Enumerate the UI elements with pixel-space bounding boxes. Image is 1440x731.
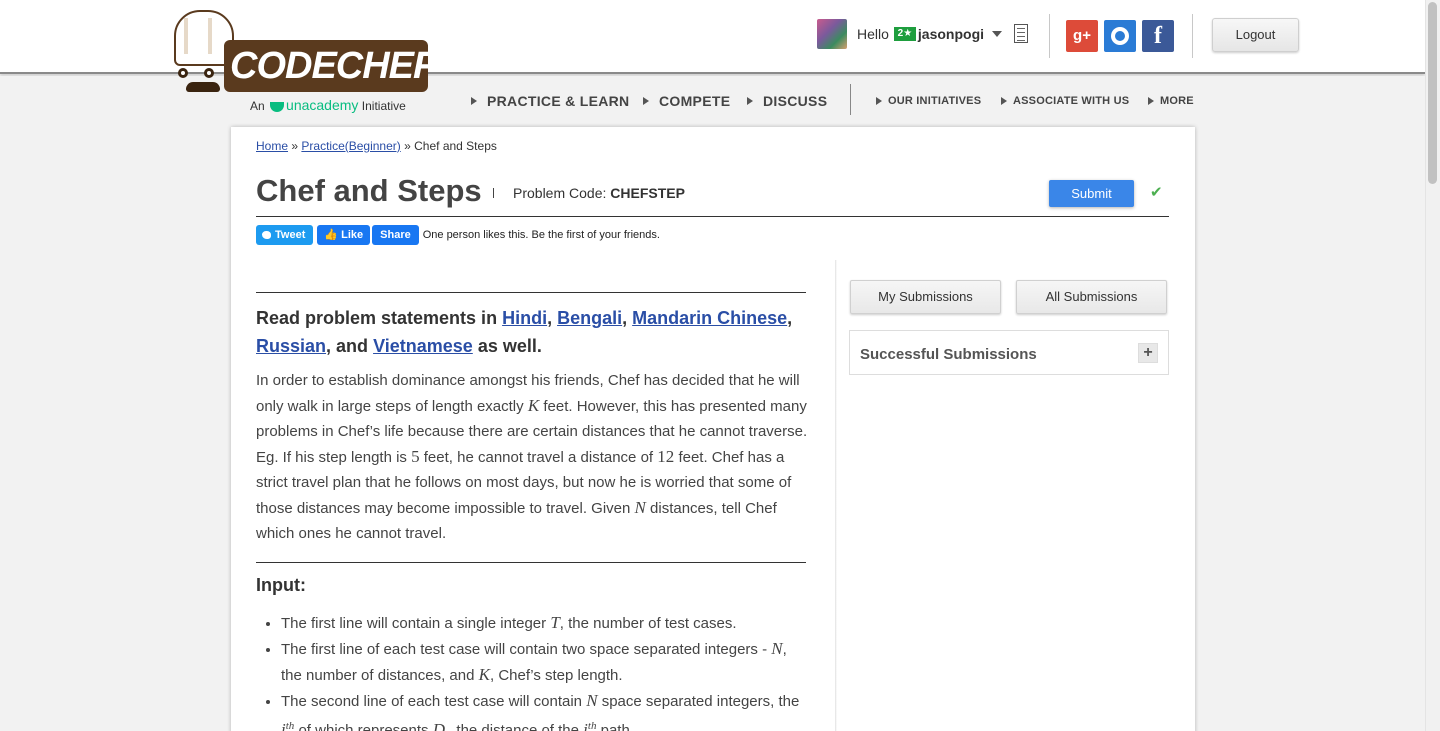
caret-right-icon [1148, 97, 1154, 105]
logo-subtitle: An unacademy Initiative [250, 97, 406, 113]
header-divider [1049, 14, 1050, 58]
problem-statement: Read problem statements in Hindi, Bengal… [256, 260, 837, 731]
lang-mandarin-link[interactable]: Mandarin Chinese [632, 308, 787, 328]
list-item: The second line of each test case will c… [281, 688, 811, 731]
successful-submissions-title: Successful Submissions [860, 346, 1037, 363]
scrollbar-thumb[interactable] [1428, 2, 1437, 184]
header-divider [1192, 14, 1193, 58]
title-row: Chef and Steps Problem Code: CHEFSTEP Su… [256, 171, 1169, 217]
nav-more[interactable]: MORE [1148, 95, 1194, 107]
lang-hindi-link[interactable]: Hindi [502, 308, 547, 328]
tweet-button[interactable]: Tweet [256, 225, 314, 245]
caret-right-icon [643, 97, 649, 105]
expand-plus-icon[interactable]: + [1138, 343, 1158, 363]
divider [256, 292, 806, 293]
chef-face-icon [176, 64, 228, 94]
problem-card: Home » Practice(Beginner) » Chef and Ste… [231, 127, 1195, 731]
username[interactable]: jasonpogi [918, 26, 984, 42]
nav-compete[interactable]: COMPETE [643, 93, 730, 109]
breadcrumb-current: Chef and Steps [414, 139, 497, 153]
caret-right-icon [747, 97, 753, 105]
problem-code: Problem Code: CHEFSTEP [513, 185, 685, 201]
submit-button[interactable]: Submit [1049, 180, 1134, 207]
greeting: Hello [857, 26, 889, 42]
github-icon[interactable] [1104, 20, 1136, 52]
facebook-like-button[interactable]: 👍 Like [317, 225, 371, 245]
caret-right-icon [1001, 97, 1007, 105]
likes-text: One person likes this. Be the first of y… [422, 229, 660, 241]
nav-our-initiatives[interactable]: OUR INITIATIVES [876, 95, 981, 107]
caret-right-icon [471, 97, 477, 105]
lang-russian-link[interactable]: Russian [256, 336, 326, 356]
nav-associate-with-us[interactable]: ASSOCIATE WITH US [1001, 95, 1129, 107]
facebook-icon[interactable]: f [1142, 20, 1174, 52]
list-item: The first line will contain a single int… [281, 610, 811, 636]
notes-icon[interactable] [1014, 24, 1028, 43]
input-list: The first line will contain a single int… [281, 610, 811, 731]
breadcrumb: Home » Practice(Beginner) » Chef and Ste… [256, 139, 497, 153]
chevron-down-icon[interactable] [992, 31, 1003, 37]
unacademy-icon [270, 101, 285, 112]
twitter-icon [262, 231, 271, 239]
successful-submissions-panel[interactable]: Successful Submissions + [849, 330, 1169, 375]
language-links: Read problem statements in Hindi, Bengal… [256, 308, 793, 356]
statement-text: In order to establish dominance amongst … [256, 372, 808, 542]
lang-vietnamese-link[interactable]: Vietnamese [373, 336, 473, 356]
breadcrumb-practice[interactable]: Practice(Beginner) [301, 139, 400, 153]
title-divider [493, 188, 494, 198]
list-item: The first line of each test case will co… [281, 636, 811, 688]
logout-button[interactable]: Logout [1212, 18, 1299, 52]
nav-practice-learn[interactable]: PRACTICE & LEARN [471, 93, 629, 109]
column-divider [835, 260, 837, 731]
page-title: Chef and Steps [256, 173, 482, 208]
rating-badge: 2★ [893, 27, 916, 41]
page-scrollbar[interactable] [1425, 0, 1440, 731]
nav-divider [850, 84, 851, 115]
caret-right-icon [876, 97, 882, 105]
social-share-row: Tweet 👍 Like Share One person likes this… [256, 225, 660, 245]
breadcrumb-home[interactable]: Home [256, 139, 288, 153]
codechef-logo[interactable]: CODECHEF An unacademy Initiative [170, 8, 436, 116]
avatar[interactable] [817, 19, 847, 49]
logo-text: CODECHEF [230, 45, 436, 87]
nav-discuss[interactable]: DISCUSS [747, 93, 827, 109]
input-heading: Input: [256, 575, 306, 595]
facebook-share-button[interactable]: Share [372, 225, 419, 245]
all-submissions-button[interactable]: All Submissions [1016, 280, 1167, 314]
google-plus-icon[interactable]: g+ [1066, 20, 1098, 52]
check-icon: ✔ [1150, 184, 1163, 201]
user-menu[interactable]: Hello 2★ jasonpogi [817, 18, 1003, 50]
lang-bengali-link[interactable]: Bengali [557, 308, 622, 328]
divider [256, 562, 806, 563]
my-submissions-button[interactable]: My Submissions [850, 280, 1001, 314]
